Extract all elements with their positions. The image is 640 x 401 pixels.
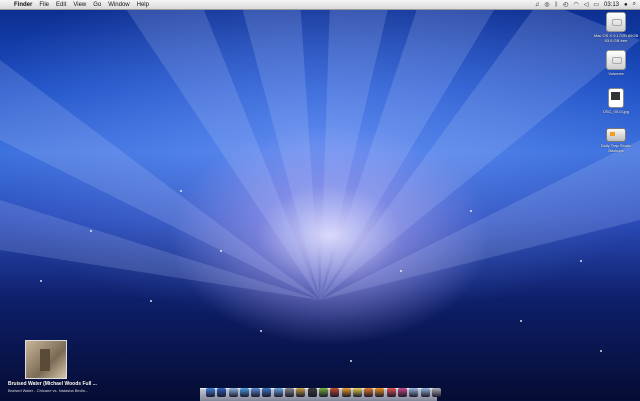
itunes-icon[interactable] xyxy=(273,388,283,397)
desktop-icon-label: Volumes xyxy=(608,71,624,76)
desktop-icon-document[interactable]: DSC_0013.jpg xyxy=(593,88,639,114)
star xyxy=(150,300,152,302)
photos-icon[interactable] xyxy=(296,388,306,397)
now-playing-title: Bruised Water (Michael Woods Full ... xyxy=(8,381,97,387)
desktop-icon-label: Mac OS X 9.17GB 69GB 53.6 GB free xyxy=(593,33,639,43)
itunes-status-icon[interactable]: ♫ xyxy=(535,2,540,8)
menu-file[interactable]: File xyxy=(39,2,49,8)
wallpaper-rays xyxy=(0,0,640,300)
menu-help[interactable]: Help xyxy=(137,2,149,8)
system-preferences-icon[interactable] xyxy=(285,388,295,397)
chat-icon[interactable] xyxy=(398,388,408,397)
menu-go[interactable]: Go xyxy=(93,2,101,8)
firefox-icon[interactable] xyxy=(364,388,374,397)
image-file-icon xyxy=(608,88,624,108)
external-drive-icon xyxy=(606,128,626,142)
star xyxy=(580,260,582,262)
menu-finder[interactable]: Finder xyxy=(14,2,32,8)
terminal-icon[interactable] xyxy=(307,388,317,397)
desktop-wallpaper xyxy=(0,0,640,400)
hard-disk-icon xyxy=(606,12,626,32)
star xyxy=(260,330,262,332)
desktop-icon-volumes[interactable]: Volumes xyxy=(593,50,639,76)
wifi-icon[interactable]: ◠ xyxy=(573,1,578,8)
now-playing-subtitle: Bruised Water - Chicane vs. Natasha Bedi… xyxy=(8,388,89,393)
word-icon[interactable] xyxy=(217,388,227,397)
album-art[interactable] xyxy=(25,340,67,379)
mail-icon[interactable] xyxy=(228,388,238,397)
illustrator-icon[interactable] xyxy=(341,388,351,397)
star xyxy=(220,250,222,252)
desktop-icon-backups[interactable]: Daily Trap Studio Backups xyxy=(593,124,639,153)
star xyxy=(180,190,182,192)
star xyxy=(90,230,92,232)
volume-icon[interactable]: ◁ xyxy=(584,1,589,8)
hard-disk-icon xyxy=(606,50,626,70)
stickies-icon[interactable] xyxy=(352,388,362,397)
menu-window[interactable]: Window xyxy=(108,2,129,8)
star xyxy=(470,210,472,212)
bluetooth-icon[interactable]: ᛒ xyxy=(555,2,559,8)
menu-view[interactable]: View xyxy=(73,2,86,8)
vlc-icon[interactable] xyxy=(375,388,385,397)
battery-icon[interactable]: ▭ xyxy=(593,1,599,8)
time-machine-icon[interactable]: ◴ xyxy=(563,1,568,8)
desktop-icon-label: Daily Trap Studio Backups xyxy=(600,143,632,153)
spotlight-search-icon[interactable]: ⌕ xyxy=(633,1,636,8)
calendar-icon[interactable] xyxy=(386,388,396,397)
activity-monitor-icon[interactable]: ◎ xyxy=(544,1,549,8)
globe-icon[interactable] xyxy=(262,388,272,397)
app-store-icon[interactable] xyxy=(251,388,261,397)
menu-edit[interactable]: Edit xyxy=(56,2,66,8)
menu-bar: Finder File Edit View Go Window Help ♫ ◎… xyxy=(0,0,640,10)
finder-icon[interactable] xyxy=(206,388,215,397)
flash-icon[interactable] xyxy=(330,388,340,397)
star xyxy=(400,270,402,272)
star xyxy=(350,360,352,362)
star xyxy=(600,350,602,352)
downloads-icon[interactable] xyxy=(420,388,430,397)
star xyxy=(40,280,42,282)
dock xyxy=(206,383,443,397)
folder-icon[interactable] xyxy=(409,388,419,397)
status-menus: ♫ ◎ ᛒ ◴ ◠ ◁ ▭ 03:13 ● ⌕ xyxy=(530,0,636,9)
safari-icon[interactable] xyxy=(239,388,249,397)
desktop-icon-mac-os-x[interactable]: Mac OS X 9.17GB 69GB 53.6 GB free xyxy=(593,12,639,43)
clock[interactable]: 03:13 xyxy=(604,2,619,8)
trash-icon[interactable] xyxy=(431,388,441,397)
user-icon[interactable]: ● xyxy=(624,2,628,8)
star xyxy=(520,320,522,322)
dreamweaver-icon[interactable] xyxy=(318,388,328,397)
desktop-icon-label: DSC_0013.jpg xyxy=(602,109,630,114)
